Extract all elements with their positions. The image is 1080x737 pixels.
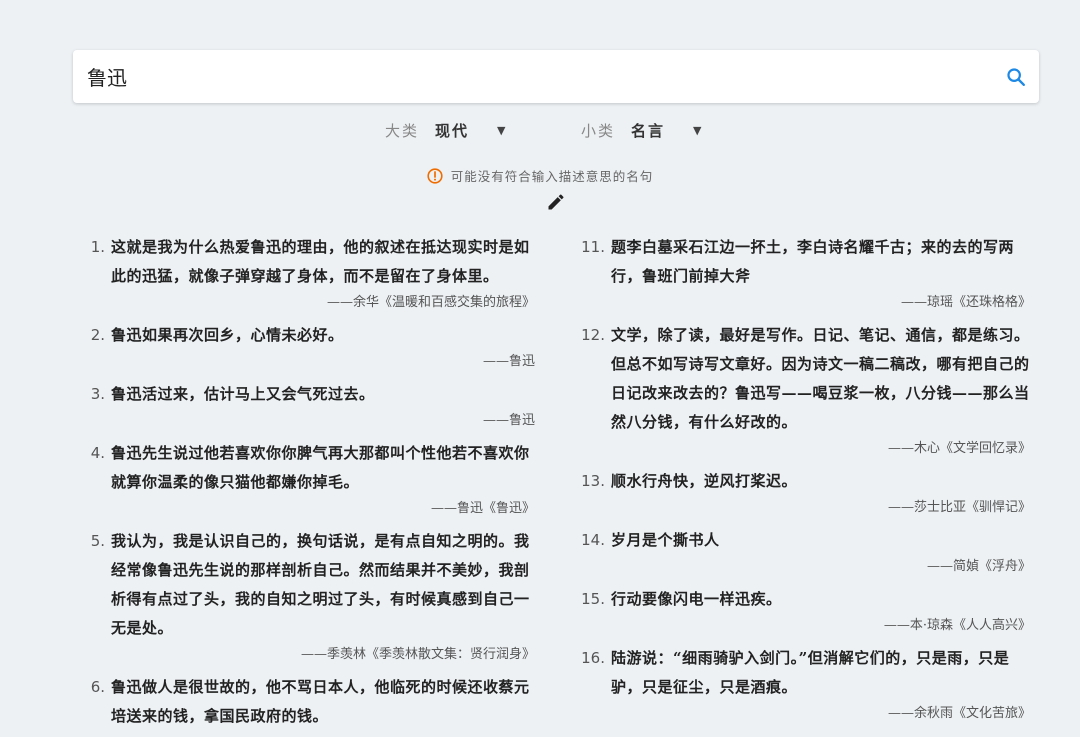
quote-text: 文学，除了读，最好是写作。日记、笔记、通信，都是练习。但总不如写诗写文章好。因为… [611, 326, 1030, 431]
warning-icon [427, 167, 443, 184]
chevron-down-icon: ▼ [497, 124, 506, 137]
quote-row: 6. 鲁迅做人是很世故的，他不骂日本人，他临死的时候还收蔡元培送来的钱，拿国民政府… [87, 673, 535, 731]
quote-number: 3. [90, 385, 105, 403]
quote-row: 4. 鲁迅先生说过他若喜欢你你脾气再大那都叫个性他若不喜欢你就算你温柔的像只猫他都… [87, 439, 535, 497]
quote-number: 4. [90, 444, 105, 462]
quote-text: 我认为，我是认识自己的，换句话说，是有点自知之明的。我经常像鲁迅先生说的那样剖析… [111, 532, 530, 637]
quote-item[interactable]: 1. 这就是我为什么热爱鲁迅的理由，他的叙述在抵达现实时是如此的迅猛，就像子弹穿越… [87, 233, 535, 315]
quote-item[interactable]: 12. 文学，除了读，最好是写作。日记、笔记、通信，都是练习。但总不如写诗写文章好… [581, 321, 1031, 461]
search-bar [73, 50, 1039, 103]
quote-source: ——鲁迅 [482, 413, 535, 428]
quote-item[interactable]: 13. 顺水行舟快，逆风打桨迟。 ——莎士比亚《驯悍记》 [581, 467, 1031, 520]
quote-number: 6. [90, 678, 105, 696]
quote-text: 顺水行舟快，逆风打桨迟。 [611, 472, 798, 490]
quote-number: 5. [90, 532, 105, 550]
quote-text: 行动要像闪电一样迅疾。 [611, 590, 782, 608]
chevron-down-icon: ▼ [693, 124, 702, 137]
quote-number: 15. [581, 590, 605, 608]
quote-source: ——本·琼森《人人高兴》 [883, 618, 1031, 633]
quote-row: 16. 陆游说：“细雨骑驴入剑门。”但消解它们的，只是雨，只是驴，只是征尘，只是酒… [581, 644, 1031, 702]
quote-source: ——木心《文学回忆录》 [887, 441, 1031, 456]
quote-source: ——琼瑶《还珠格格》 [900, 295, 1031, 310]
quote-text: 鲁迅做人是很世故的，他不骂日本人，他临死的时候还收蔡元培送来的钱，拿国民政府的钱… [111, 678, 530, 725]
quote-item[interactable]: 3. 鲁迅活过来，估计马上又会气死过去。 ——鲁迅 [87, 380, 535, 433]
quote-row: 2. 鲁迅如果再次回乡，心情未必好。 [87, 321, 535, 350]
warning-message: 可能没有符合输入描述意思的名句 [0, 166, 1080, 185]
quote-number: 11. [581, 238, 605, 256]
category-value: 现代 [435, 122, 470, 140]
quote-source: ——鲁迅《鲁迅》 [430, 501, 535, 516]
quote-text: 鲁迅如果再次回乡，心情未必好。 [111, 326, 344, 344]
quote-text: 这就是我为什么热爱鲁迅的理由，他的叙述在抵达现实时是如此的迅猛，就像子弹穿越了身… [111, 238, 530, 285]
quote-number: 1. [90, 238, 105, 256]
category-label: 大类 [385, 122, 420, 140]
edit-button[interactable] [546, 192, 566, 212]
quote-item[interactable]: 2. 鲁迅如果再次回乡，心情未必好。 ——鲁迅 [87, 321, 535, 374]
quote-item[interactable]: 15. 行动要像闪电一样迅疾。 ——本·琼森《人人高兴》 [581, 585, 1031, 638]
quote-item[interactable]: 11. 题李白墓采石江边一抔土，李白诗名耀千古；来的去的写两行，鲁班门前掉大斧 ——… [581, 233, 1031, 315]
category-select[interactable]: 大类 现代 ▼ [385, 120, 506, 141]
quote-number: 12. [581, 326, 605, 344]
quote-number: 16. [581, 649, 605, 667]
quote-row: 1. 这就是我为什么热爱鲁迅的理由，他的叙述在抵达现实时是如此的迅猛，就像子弹穿越… [87, 233, 535, 291]
quote-number: 13. [581, 472, 605, 490]
quote-item[interactable]: 14. 岁月是个撕书人 ——简媜《浮舟》 [581, 526, 1031, 579]
warning-text: 可能没有符合输入描述意思的名句 [450, 169, 654, 184]
quote-number: 14. [581, 531, 605, 549]
quote-item[interactable]: 5. 我认为，我是认识自己的，换句话说，是有点自知之明的。我经常像鲁迅先生说的那样… [87, 527, 535, 667]
quote-column-right: 11. 题李白墓采石江边一抔土，李白诗名耀千古；来的去的写两行，鲁班门前掉大斧 ——… [581, 233, 1031, 732]
quote-source: ——简媜《浮舟》 [926, 559, 1031, 574]
quote-source: ——季羡林《季羡林散文集：贤行润身》 [300, 647, 535, 662]
quote-source: ——余华《温暖和百感交集的旅程》 [326, 295, 535, 310]
quote-number: 2. [90, 326, 105, 344]
quote-column-left: 1. 这就是我为什么热爱鲁迅的理由，他的叙述在抵达现实时是如此的迅猛，就像子弹穿越… [87, 233, 535, 737]
quote-row: 5. 我认为，我是认识自己的，换句话说，是有点自知之明的。我经常像鲁迅先生说的那样… [87, 527, 535, 643]
quote-row: 15. 行动要像闪电一样迅疾。 [581, 585, 1031, 614]
quote-source: ——莎士比亚《驯悍记》 [887, 500, 1031, 515]
quote-item[interactable]: 4. 鲁迅先生说过他若喜欢你你脾气再大那都叫个性他若不喜欢你就算你温柔的像只猫他都… [87, 439, 535, 521]
quote-row: 12. 文学，除了读，最好是写作。日记、笔记、通信，都是练习。但总不如写诗写文章好… [581, 321, 1031, 437]
search-button[interactable] [1003, 64, 1029, 90]
subcategory-label: 小类 [581, 122, 616, 140]
search-input[interactable] [87, 50, 967, 103]
subcategory-select[interactable]: 小类 名言 ▼ [581, 120, 702, 141]
quote-source: ——余秋雨《文化苦旅》 [887, 706, 1031, 721]
quote-item[interactable]: 6. 鲁迅做人是很世故的，他不骂日本人，他临死的时候还收蔡元培送来的钱，拿国民政府… [87, 673, 535, 731]
quote-text: 岁月是个撕书人 [611, 531, 720, 549]
quote-row: 14. 岁月是个撕书人 [581, 526, 1031, 555]
quote-row: 11. 题李白墓采石江边一抔土，李白诗名耀千古；来的去的写两行，鲁班门前掉大斧 [581, 233, 1031, 291]
quote-text: 陆游说：“细雨骑驴入剑门。”但消解它们的，只是雨，只是驴，只是征尘，只是酒痕。 [611, 649, 1010, 696]
filter-bar: 大类 现代 ▼ 小类 名言 ▼ [0, 120, 1080, 146]
quote-row: 3. 鲁迅活过来，估计马上又会气死过去。 [87, 380, 535, 409]
search-icon [1007, 68, 1025, 86]
quote-text: 鲁迅活过来，估计马上又会气死过去。 [111, 385, 375, 403]
quote-row: 13. 顺水行舟快，逆风打桨迟。 [581, 467, 1031, 496]
quote-text: 题李白墓采石江边一抔土，李白诗名耀千古；来的去的写两行，鲁班门前掉大斧 [611, 238, 1015, 285]
quote-item[interactable]: 16. 陆游说：“细雨骑驴入剑门。”但消解它们的，只是雨，只是驴，只是征尘，只是酒… [581, 644, 1031, 726]
subcategory-value: 名言 [631, 122, 666, 140]
pencil-icon [548, 194, 564, 210]
quote-text: 鲁迅先生说过他若喜欢你你脾气再大那都叫个性他若不喜欢你就算你温柔的像只猫他都嫌你… [111, 444, 530, 491]
quote-source: ——鲁迅 [482, 354, 535, 369]
